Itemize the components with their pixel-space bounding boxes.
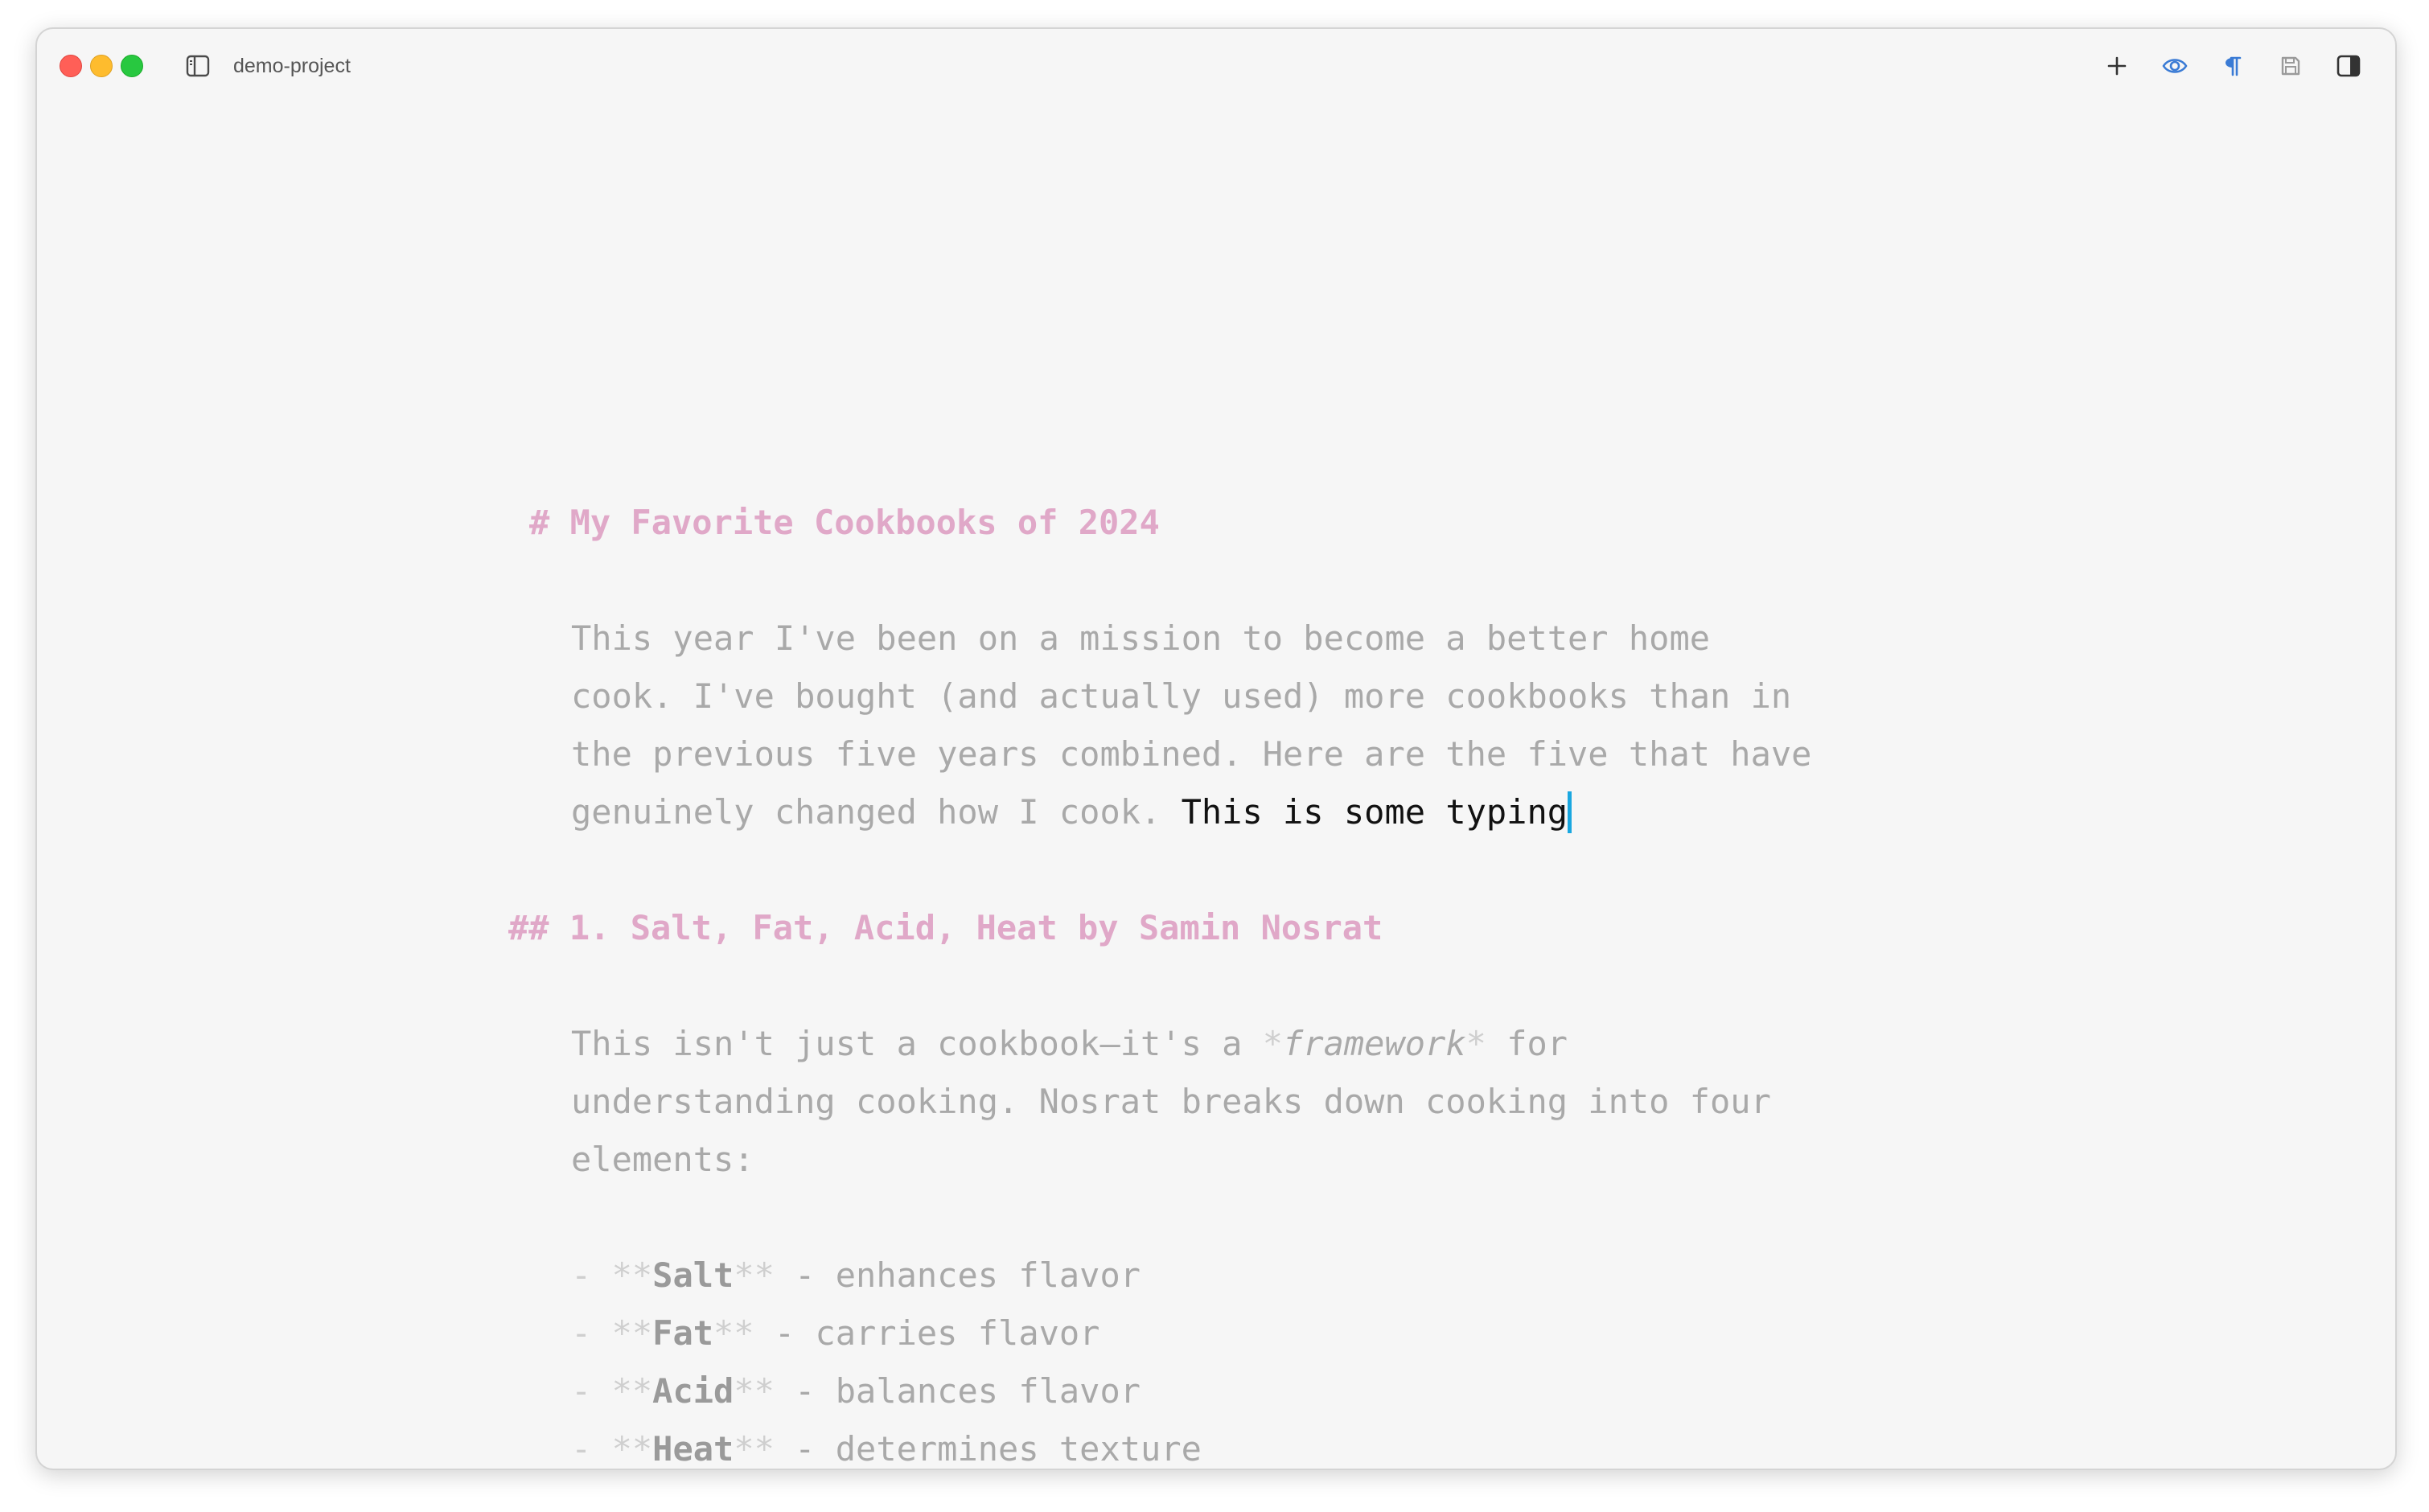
app-window: demo-project # My Favorite Cookbooks of … (35, 27, 2397, 1470)
bold-marker-close: ** (713, 1313, 754, 1353)
project-name: demo-project (233, 55, 351, 77)
bold-word: Salt (652, 1255, 734, 1295)
bold-marker-open: ** (611, 1313, 653, 1353)
bold-marker-open: ** (611, 1371, 653, 1411)
bold-word: Acid (652, 1371, 734, 1411)
list-item: - **Fat** - carries flavor (571, 1305, 1099, 1362)
para2-line-1: This isn't just a cookbook—it's a *frame… (571, 1015, 1568, 1073)
close-window-button[interactable] (60, 55, 82, 77)
list-item: - **Heat** - determines texture (571, 1420, 1202, 1469)
italic-marker-close: * (1465, 1024, 1486, 1063)
list-dash: - (571, 1255, 612, 1295)
minimize-window-button[interactable] (90, 55, 113, 77)
bold-marker-close: ** (734, 1429, 775, 1469)
italic-word: framework (1283, 1024, 1466, 1063)
para2-line-1-before: This isn't just a cookbook—it's a (571, 1024, 1263, 1063)
intro-line-4: genuinely changed how I cook. This is so… (571, 783, 1572, 841)
para2-line-1-after: for (1486, 1024, 1568, 1063)
typed-text: This is some typing (1181, 792, 1568, 832)
intro-line-3: the previous five years combined. Here a… (571, 734, 1812, 774)
markdown-editor[interactable]: # My Favorite Cookbooks of 2024 This yea… (37, 95, 2395, 1469)
zoom-window-button[interactable] (121, 55, 143, 77)
sidebar-toggle-icon[interactable] (185, 53, 211, 79)
text-cursor (1568, 791, 1572, 833)
bold-word: Fat (652, 1313, 714, 1353)
bold-marker-close: ** (734, 1371, 775, 1411)
bold-marker-open: ** (611, 1429, 653, 1469)
list-dash: - (571, 1313, 612, 1353)
para2-line-2: understanding cooking. Nosrat breaks dow… (571, 1082, 1771, 1121)
panel-right-icon[interactable] (2332, 50, 2365, 82)
title-bar: demo-project (37, 29, 2395, 95)
bold-marker-close: ** (734, 1255, 775, 1295)
heading-2: ## 1. Salt, Fat, Acid, Heat by Samin Nos… (508, 908, 1383, 947)
list-item-text: - carries flavor (754, 1313, 1100, 1353)
pilcrow-icon[interactable] (2217, 50, 2249, 82)
italic-marker-open: * (1262, 1024, 1284, 1063)
plus-icon[interactable] (2101, 50, 2133, 82)
intro-line-4-text: genuinely changed how I cook. (571, 792, 1182, 832)
para2-line-3: elements: (571, 1140, 754, 1179)
eye-icon[interactable] (2159, 50, 2191, 82)
bold-marker-open: ** (611, 1255, 653, 1295)
list-item: - **Salt** - enhances flavor (571, 1247, 1141, 1305)
heading-1: # My Favorite Cookbooks of 2024 (529, 503, 1160, 542)
list-dash: - (571, 1371, 612, 1411)
list-item-text: - balances flavor (774, 1371, 1141, 1411)
list-item: - **Acid** - balances flavor (571, 1362, 1141, 1420)
list-dash: - (571, 1429, 612, 1469)
intro-line-2: cook. I've bought (and actually used) mo… (571, 676, 1792, 716)
save-icon[interactable] (2275, 50, 2307, 82)
list-item-text: - enhances flavor (774, 1255, 1141, 1295)
list-item-text: - determines texture (774, 1429, 1202, 1469)
bold-word: Heat (652, 1429, 734, 1469)
intro-line-1: This year I've been on a mission to beco… (571, 618, 1711, 658)
